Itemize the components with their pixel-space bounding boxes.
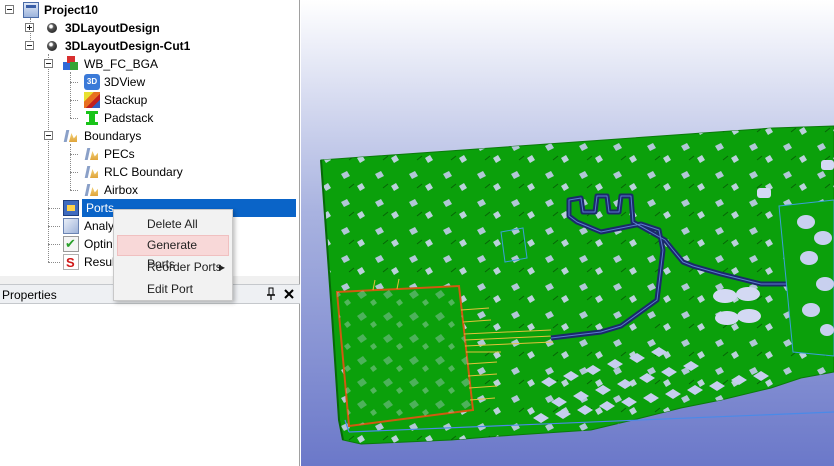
pin-icon[interactable] [265,287,277,301]
app-window: Project10 3DLayoutDesign 3DLayoutDesign-… [0,0,834,466]
menu-item-reorder-ports[interactable]: Reorder Ports ▶ [117,257,229,278]
tree-item-label: Analy [84,219,115,233]
tree-item-label: 3DView [104,75,146,89]
tree-item-label: Airbox [104,183,139,197]
submenu-arrow-icon: ▶ [218,263,225,272]
padstack-icon [84,110,100,126]
tree-item-label: PECs [104,147,135,161]
stackup-icon [84,92,100,108]
design-icon [47,41,57,51]
3d-viewport[interactable] [301,0,834,466]
tree-item-label: Boundarys [84,129,142,143]
properties-title: Properties [2,288,57,302]
collapse-toggle[interactable] [44,59,53,68]
collapse-toggle[interactable] [25,41,34,50]
tree-item-label: Optin [84,237,113,251]
tree-item-label: 3DLayoutDesign [65,21,160,35]
tree-item-label: RLC Boundary [104,165,183,179]
ports-icon [63,200,79,216]
tree-item-stackup[interactable]: Stackup [0,91,299,109]
tree-item-airbox[interactable]: Airbox [0,181,299,199]
collapse-toggle[interactable] [44,131,53,140]
tree-item-label: Resul [84,255,115,269]
close-icon[interactable] [282,286,296,302]
menu-item-delete-all-ports[interactable]: Delete All Ports [117,214,229,252]
tree-item-label: Project10 [44,3,99,17]
context-menu: Delete All Ports Generate Ports Reorder … [113,209,233,301]
expand-toggle[interactable] [25,23,34,32]
tree-item-label: Ports [84,199,117,217]
tree-item-label: Padstack [104,111,154,125]
collapse-toggle[interactable] [5,5,14,14]
results-icon [63,254,79,272]
menu-item-generate-ports[interactable]: Generate Ports [117,235,229,271]
boundary-icon [84,182,100,198]
tree-item-layout[interactable]: WB_FC_BGA [0,55,299,73]
boundary-icon [84,146,100,162]
tree-item-padstack[interactable]: Padstack [0,109,299,127]
properties-pane: Properties [0,284,300,466]
layout-3d-render [301,0,834,466]
boundary-icon [63,128,79,144]
tree-item-project[interactable]: Project10 [0,1,299,19]
tree-item-label: WB_FC_BGA [84,57,159,71]
package-pattern [337,286,473,426]
tree-item-design[interactable]: 3DLayoutDesign [0,19,299,37]
layout-icon [63,56,79,72]
tree-item-label: 3DLayoutDesign-Cut1 [65,39,191,53]
menu-item-edit-port[interactable]: Edit Port [117,279,229,300]
tree-item-pecs[interactable]: PECs [0,145,299,163]
optimetrics-icon [63,235,79,253]
tree-item-boundarys[interactable]: Boundarys [0,127,299,145]
view3d-icon: 3D [84,74,100,90]
boundary-icon [84,164,100,180]
tree-item-3dview[interactable]: 3D 3DView [0,73,299,91]
project-icon [23,2,39,18]
analysis-icon [63,218,79,234]
tree-item-design-cut[interactable]: 3DLayoutDesign-Cut1 [0,37,299,55]
tree-item-label: Stackup [104,93,148,107]
tree-item-rlc-boundary[interactable]: RLC Boundary [0,163,299,181]
menu-item-label: Edit Port [147,282,194,296]
menu-item-label: Reorder Ports [147,260,222,274]
design-icon [47,23,57,33]
